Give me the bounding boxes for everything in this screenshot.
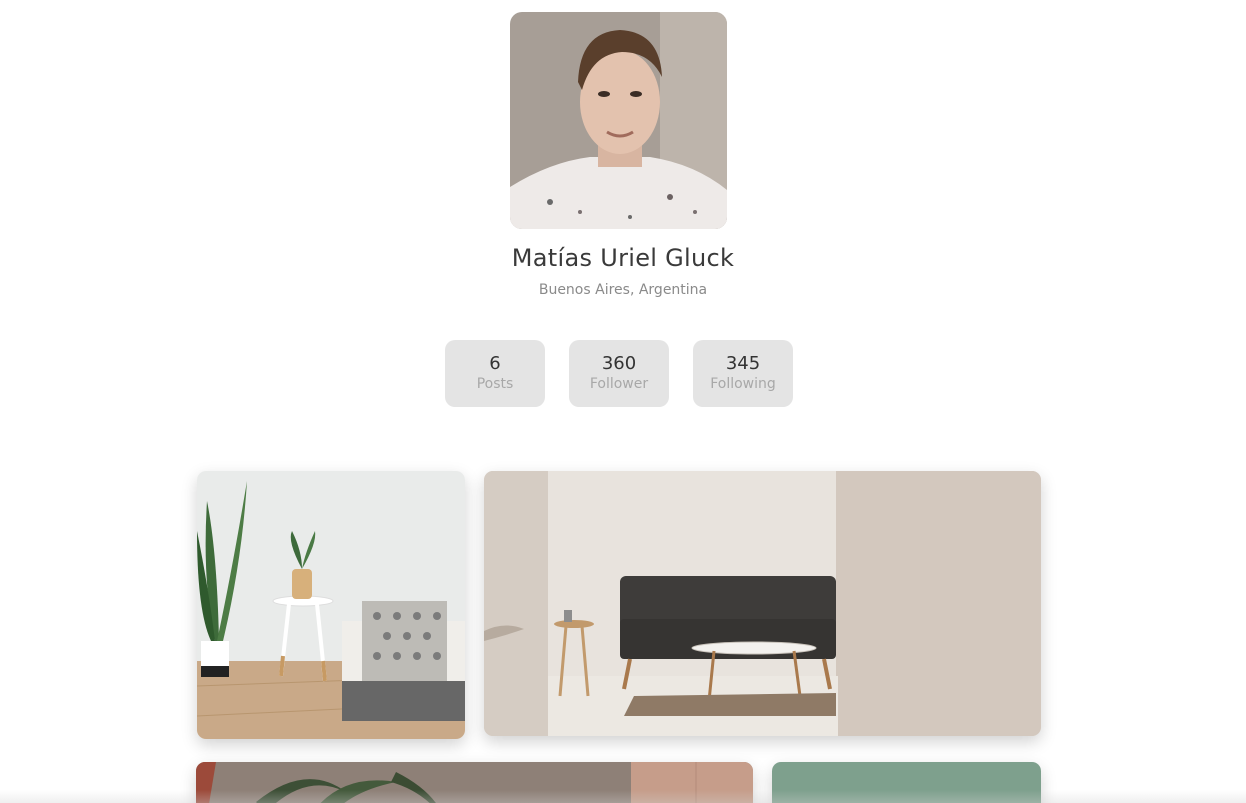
gallery-photo-3[interactable] xyxy=(196,762,753,803)
stat-followers-value: 360 xyxy=(601,353,637,374)
stat-following-value: 345 xyxy=(725,353,761,374)
stat-posts-label: Posts xyxy=(476,376,514,392)
profile-name: Matías Uriel Gluck xyxy=(511,244,735,272)
stat-following-label: Following xyxy=(710,376,776,392)
gallery-photo-bedroom[interactable] xyxy=(197,471,465,739)
living-room-photo-image xyxy=(484,471,1041,736)
stat-posts-value: 6 xyxy=(489,353,501,374)
stat-posts[interactable]: 6 Posts xyxy=(445,340,545,407)
stat-followers-label: Follower xyxy=(589,376,649,392)
gallery-photo-4[interactable] xyxy=(772,762,1041,803)
profile-location: Buenos Aires, Argentina xyxy=(538,282,708,298)
profile-stats: 6 Posts 360 Follower 345 Following xyxy=(445,340,793,407)
profile-avatar[interactable] xyxy=(510,12,727,229)
gallery-photo-4-image xyxy=(772,762,1041,803)
gallery-photo-living-room[interactable] xyxy=(484,471,1041,736)
profile-page: Matías Uriel Gluck Buenos Aires, Argenti… xyxy=(0,0,1246,803)
stat-following[interactable]: 345 Following xyxy=(693,340,793,407)
stat-followers[interactable]: 360 Follower xyxy=(569,340,669,407)
bedroom-photo-image xyxy=(197,471,465,739)
avatar-portrait-image xyxy=(510,12,727,229)
gallery-photo-3-image xyxy=(196,762,753,803)
